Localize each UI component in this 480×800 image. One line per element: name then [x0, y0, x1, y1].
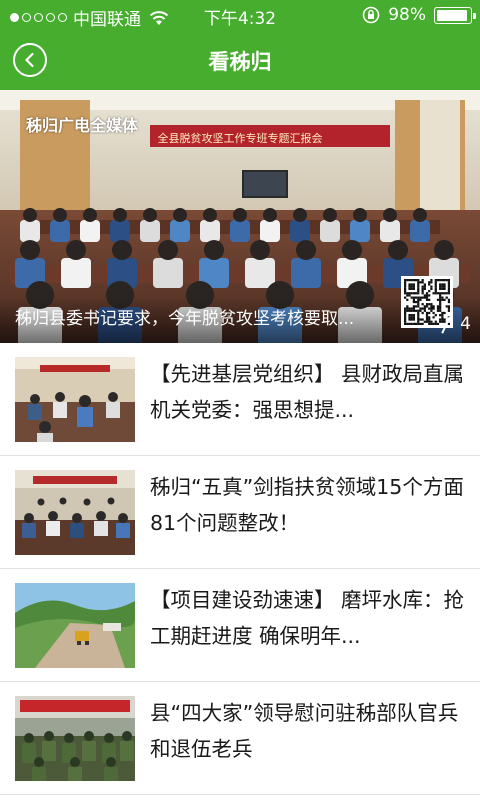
hero-page-count: 4: [460, 314, 471, 334]
status-right: 98%: [362, 5, 476, 25]
news-thumbnail: [15, 470, 135, 555]
qr-code-icon: [401, 276, 453, 328]
battery-percent: 98%: [388, 5, 426, 25]
hero-carousel[interactable]: 秭归广电全媒体 全县脱贫攻坚工作专班专题汇报会 秭归县委书记要求，今年脱贫攻坚考…: [0, 90, 480, 343]
status-bar: 中国联通 下午4:32 98%: [0, 0, 480, 30]
hero-banner-text: 全县脱贫攻坚工作专班专题汇报会: [157, 132, 323, 145]
news-title: 秭归“五真”剑指扶贫领域15个方面81个问题整改！: [150, 475, 464, 535]
battery-tip: [473, 12, 476, 19]
rotation-lock-icon: [362, 6, 380, 24]
news-title: 【项目建设劲速速】 磨坪水库：抢工期赶进度 确保明年...: [150, 588, 465, 648]
hero-caption: 秭归县委书记要求，今年脱贫攻坚考核要取...: [15, 309, 355, 329]
news-item[interactable]: 秭归“五真”剑指扶贫领域15个方面81个问题整改！: [0, 456, 480, 569]
news-thumbnail: [15, 583, 135, 668]
page-title: 看秭归: [208, 50, 272, 74]
news-item[interactable]: 【先进基层党组织】 县财政局直属机关党委：强思想提...: [0, 343, 480, 456]
news-title: 【先进基层党组织】 县财政局直属机关党委：强思想提...: [150, 362, 465, 422]
news-item[interactable]: 县“四大家”领导慰问驻秭部队官兵和退伍老兵: [0, 682, 480, 795]
news-thumbnail: [15, 357, 135, 442]
news-item[interactable]: 【项目建设劲速速】 磨坪水库：抢工期赶进度 确保明年...: [0, 569, 480, 682]
battery-fill: [437, 9, 467, 21]
news-list: 【先进基层党组织】 县财政局直属机关党委：强思想提... 秭归“五真”剑指扶贫领…: [0, 343, 480, 795]
battery-icon: [434, 6, 476, 24]
app-header: 中国联通 下午4:32 98% 看秭归: [0, 0, 480, 90]
news-title: 县“四大家”领导慰问驻秭部队官兵和退伍老兵: [150, 701, 459, 761]
nav-bar: 看秭归: [0, 30, 480, 90]
news-thumbnail: [15, 696, 135, 781]
